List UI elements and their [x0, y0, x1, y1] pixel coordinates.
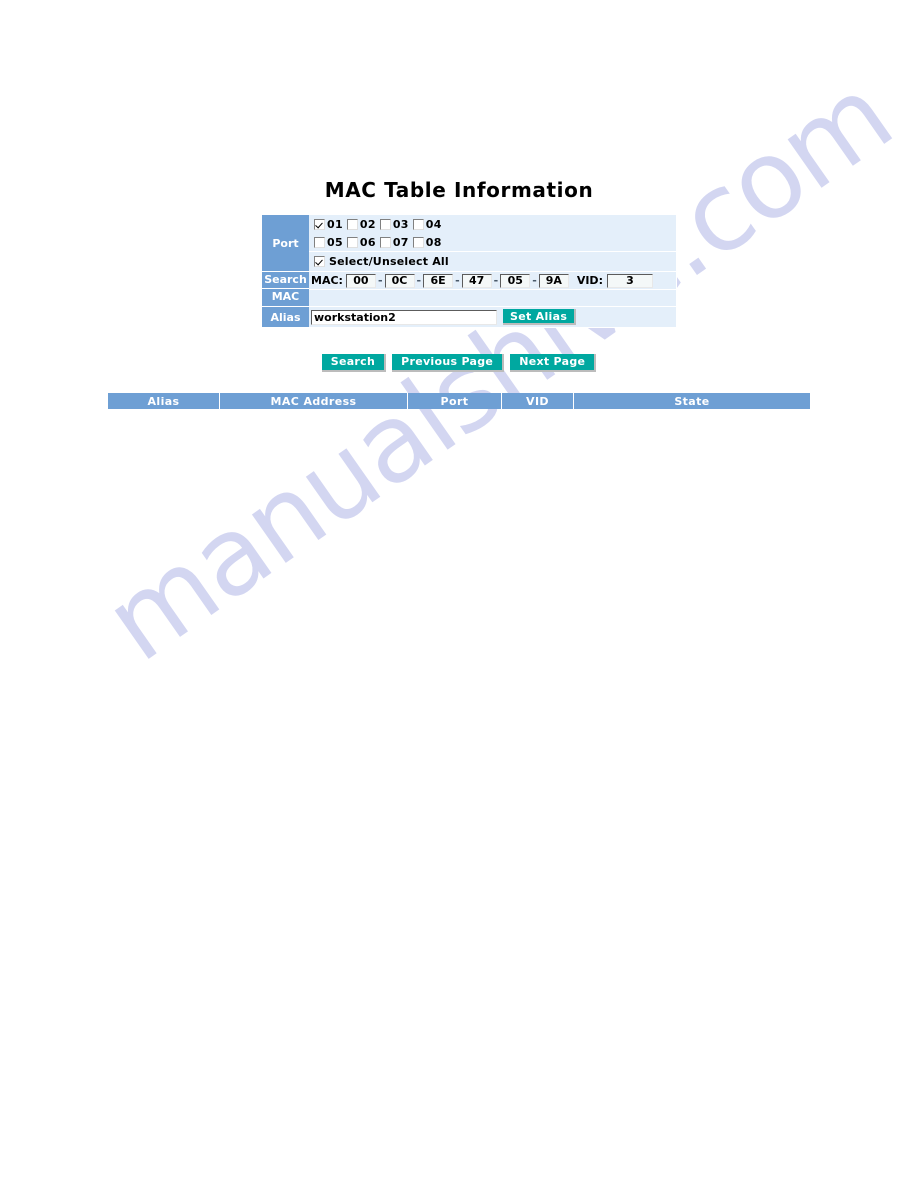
port-checkbox-label: 04	[425, 217, 442, 231]
port-checkbox-label: 07	[392, 235, 409, 249]
checkbox-icon[interactable]	[346, 218, 358, 230]
search-mac-label-line2: MAC	[262, 288, 309, 305]
port-checkbox-03[interactable]: 03	[379, 217, 409, 231]
port-checkbox-label: 08	[425, 235, 442, 249]
set-alias-button[interactable]: Set Alias	[503, 309, 577, 325]
search-mac-row: Search MAC MAC: - - - -	[262, 272, 676, 307]
mac-search-form: Port 01 02 03 04 05 06 07 08 Select/Unse…	[261, 214, 677, 328]
mac-octet-6[interactable]	[538, 273, 569, 288]
checkbox-icon[interactable]	[314, 256, 325, 267]
mac-octet-4[interactable]	[461, 273, 492, 288]
next-page-button[interactable]: Next Page	[510, 354, 597, 372]
mac-octet-2[interactable]	[384, 273, 415, 288]
mac-caption: MAC:	[311, 274, 343, 287]
previous-page-button[interactable]: Previous Page	[392, 354, 505, 372]
port-checkbox-label: 01	[327, 217, 343, 231]
mac-octet-1[interactable]	[345, 273, 376, 288]
column-header-alias: Alias	[108, 393, 220, 409]
port-row-label: Port	[262, 215, 309, 271]
port-checkbox-line-1: 01 02 03 04	[309, 215, 676, 233]
search-mac-label-line1: Search	[264, 273, 307, 286]
column-header-state: State	[574, 393, 810, 409]
checkbox-icon[interactable]	[314, 236, 325, 248]
page-title: MAC Table Information	[324, 178, 594, 202]
column-header-port: Port	[408, 393, 502, 409]
page-container: MAC Table Information Port 01 02 03 04 0…	[0, 0, 918, 1188]
port-checkbox-label: 03	[392, 217, 409, 231]
vid-caption: VID:	[576, 274, 603, 287]
search-mac-row-label: Search MAC	[262, 272, 309, 306]
mac-table-header: Alias MAC Address Port VID State	[108, 393, 810, 409]
select-unselect-all-checkbox[interactable]: Select/Unselect All	[314, 255, 449, 268]
port-checkbox-01[interactable]: 01	[314, 218, 343, 231]
column-header-mac-address: MAC Address	[220, 393, 408, 409]
alias-row: Alias Set Alias	[262, 307, 676, 327]
port-checkbox-line-2: 05 06 07 08	[309, 233, 676, 251]
search-mac-filler-line	[309, 289, 676, 306]
select-all-line: Select/Unselect All	[309, 251, 676, 271]
select-unselect-all-label: Select/Unselect All	[329, 255, 449, 268]
checkbox-icon[interactable]	[346, 236, 358, 248]
mac-separator: -	[532, 274, 537, 287]
alias-input[interactable]	[311, 309, 497, 325]
mac-separator: -	[493, 274, 499, 287]
port-checkbox-07[interactable]: 07	[379, 235, 409, 249]
action-button-bar: Search Previous Page Next Page	[0, 354, 918, 373]
checkbox-icon[interactable]	[379, 236, 391, 248]
column-header-vid: VID	[502, 393, 574, 409]
mac-separator: -	[455, 274, 460, 287]
port-checkbox-04[interactable]: 04	[412, 217, 442, 231]
mac-separator: -	[416, 274, 422, 287]
mac-octet-3[interactable]	[423, 273, 454, 288]
port-checkbox-label: 05	[327, 235, 343, 249]
checkbox-icon[interactable]	[314, 218, 325, 230]
port-checkbox-06[interactable]: 06	[346, 235, 376, 249]
port-checkbox-08[interactable]: 08	[412, 235, 442, 249]
vid-input[interactable]	[606, 273, 653, 288]
mac-separator: -	[377, 274, 383, 287]
checkbox-icon[interactable]	[412, 236, 424, 248]
port-row: Port 01 02 03 04 05 06 07 08 Select/Unse…	[262, 215, 676, 272]
port-checkbox-02[interactable]: 02	[346, 217, 376, 231]
mac-fields-line: MAC: - - - - - VID:	[309, 272, 676, 289]
search-button[interactable]: Search	[321, 354, 387, 372]
port-checkbox-05[interactable]: 05	[314, 236, 343, 249]
port-checkbox-label: 06	[359, 235, 376, 249]
port-checkbox-label: 02	[359, 217, 376, 231]
mac-octet-5[interactable]	[500, 273, 531, 288]
checkbox-icon[interactable]	[379, 218, 391, 230]
alias-row-label: Alias	[262, 307, 309, 327]
checkbox-icon[interactable]	[412, 218, 424, 230]
